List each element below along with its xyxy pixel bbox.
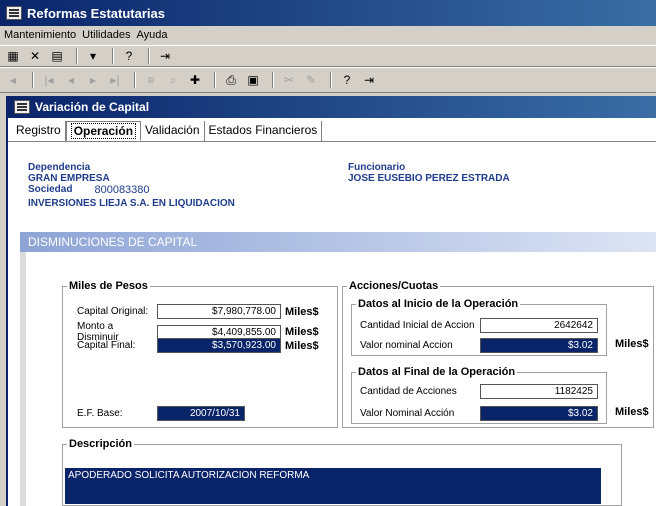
save-icon[interactable]: ▣ [244,72,262,88]
capital-final-label: Capital Final: [77,340,136,351]
exit-icon[interactable]: ⇥ [156,48,174,64]
window-title: Reformas Estatutarias [27,5,165,21]
valor-nominal-final-label: Valor Nominal Acción [360,408,455,419]
tab-strip: Registro Operación Validación Estados Fi… [8,120,656,142]
cant-acciones-label: Cantidad de Acciones [360,386,457,397]
toolbar-separator [272,72,274,88]
valor-nominal-final-row: Valor Nominal Acción $3.02 [360,406,598,421]
descripcion-legend: Descripción [69,438,132,450]
help-icon[interactable]: ? [338,72,356,88]
toolbar-separator [148,48,150,64]
miles-legend: Miles de Pesos [69,280,148,292]
child-window-icon [14,100,30,114]
capital-original-field[interactable]: $7,980,778.00 [157,304,281,319]
cant-inicial-field[interactable]: 2642642 [480,318,598,333]
acciones-cuotas-group: Acciones/Cuotas Datos al Inicio de la Op… [342,280,654,428]
cant-acciones-row: Cantidad de Acciones 1182425 [360,384,598,399]
funcionario-value: JOSE EUSEBIO PEREZ ESTRADA [348,173,510,184]
excel-icon[interactable]: ✕ [26,48,44,64]
final-legend: Datos al Final de la Operación [358,366,516,378]
ef-base-row: E.F. Base: 2007/10/31 [77,406,245,421]
cant-inicial-row: Cantidad Inicial de Accion 2642642 [360,318,598,333]
first-record-icon[interactable]: |◂ [40,72,58,88]
navigation-toolbar: ◂ |◂ ◂ ▸ ▸| ≡ ⌕ ✚ ⎙ ▣ ✂ ✎ ? ⇥ [0,67,656,93]
tab-operacion[interactable]: Operación [65,121,142,141]
help-icon[interactable]: ? [120,48,138,64]
menu-ayuda[interactable]: Ayuda [136,29,167,41]
cut-icon[interactable]: ✂ [280,72,298,88]
filter-icon[interactable]: ≡ [142,72,160,88]
last-record-icon[interactable]: ▸| [106,72,124,88]
inicio-legend: Datos al Inicio de la Operación [358,298,519,310]
cant-acciones-field[interactable]: 1182425 [480,384,598,399]
ef-base-label: E.F. Base: [77,408,123,419]
capital-final-row: Capital Final: $3,570,923.00 Miles$ [77,338,319,353]
exit-icon[interactable]: ⇥ [360,72,378,88]
final-group: Datos al Final de la Operación Cantidad … [351,366,607,424]
print-icon[interactable]: ⎙ [222,72,240,88]
chart-icon[interactable]: ▤ [48,48,66,64]
tab-validacion[interactable]: Validación [141,121,205,141]
previous-record-icon[interactable]: ◂ [62,72,80,88]
window-titlebar: Reformas Estatutarias [0,0,656,26]
toolbar-separator [76,48,78,64]
valor-nominal-row: Valor nominal Accion $3.02 [360,338,598,353]
toolbar-separator [134,72,136,88]
main-toolbar: ▦ ✕ ▤ ▾ ? ⇥ [0,45,656,67]
grid-icon[interactable]: ▦ [4,48,22,64]
toolbar-separator [32,72,34,88]
child-titlebar: Variación de Capital [8,96,656,118]
section-body: Miles de Pesos Capital Original: $7,980,… [26,252,656,506]
menubar: Mantenimiento Utilidades Ayuda [0,26,656,44]
toolbar-separator [330,72,332,88]
cant-inicial-label: Cantidad Inicial de Accion [360,320,475,331]
valor-nominal-label: Valor nominal Accion [360,340,453,351]
sociedad-label: Sociedad [28,184,73,195]
dependencia-value: GRAN EMPRESA [28,173,110,184]
inicio-group: Datos al Inicio de la Operación Cantidad… [351,298,607,356]
funcionario-label: Funcionario [348,162,406,173]
tab-operacion-label: Operación [70,123,137,139]
tab-estados-financieros[interactable]: Estados Financieros [205,121,323,141]
miles-de-pesos-group: Miles de Pesos Capital Original: $7,980,… [62,280,338,428]
edit-icon[interactable]: ✎ [302,72,320,88]
company-name: INVERSIONES LIEJA S.A. EN LIQUIDACION [28,198,235,209]
menu-mantenimiento[interactable]: Mantenimiento [4,29,76,41]
sociedad-value: 800083380 [94,184,150,196]
toolbar-separator [214,72,216,88]
child-title: Variación de Capital [35,100,150,114]
menu-utilidades[interactable]: Utilidades [82,29,130,41]
header-info: Dependencia GRAN EMPRESA Sociedad 800083… [28,162,235,209]
ef-base-field[interactable]: 2007/10/31 [157,406,245,421]
funcionario-info: Funcionario JOSE EUSEBIO PEREZ ESTRADA [348,162,510,184]
unit-label: Miles$ [285,326,319,338]
capital-final-field[interactable]: $3,570,923.00 [157,338,281,353]
dependencia-label: Dependencia [28,162,91,173]
app-icon [6,6,22,20]
unit-label: Miles$ [285,339,319,352]
capital-original-label: Capital Original: [77,306,149,317]
unit-label: Miles$ [285,305,319,318]
descripcion-textarea[interactable]: APODERADO SOLICITA AUTORIZACION REFORMA [65,468,601,504]
section-title: DISMINUCIONES DE CAPITAL [20,232,656,252]
search-icon[interactable]: ⌕ [164,72,182,88]
acciones-legend: Acciones/Cuotas [349,280,439,292]
descripcion-group: Descripción APODERADO SOLICITA AUTORIZAC… [62,438,622,506]
back-icon[interactable]: ◂ [4,72,22,88]
unit-label: Miles$ [615,338,649,350]
windows-dropdown-icon[interactable]: ▾ [84,48,102,64]
valor-nominal-field[interactable]: $3.02 [480,338,598,353]
disminuciones-panel: DISMINUCIONES DE CAPITAL Miles de Pesos … [20,232,656,506]
unit-label: Miles$ [615,406,649,418]
toolbar-separator [112,48,114,64]
next-record-icon[interactable]: ▸ [84,72,102,88]
valor-nominal-final-field[interactable]: $3.02 [480,406,598,421]
capital-original-row: Capital Original: $7,980,778.00 Miles$ [77,304,319,319]
new-record-icon[interactable]: ✚ [186,72,204,88]
variacion-capital-window: Variación de Capital Registro Operación … [6,96,656,506]
tab-registro[interactable]: Registro [12,121,66,141]
